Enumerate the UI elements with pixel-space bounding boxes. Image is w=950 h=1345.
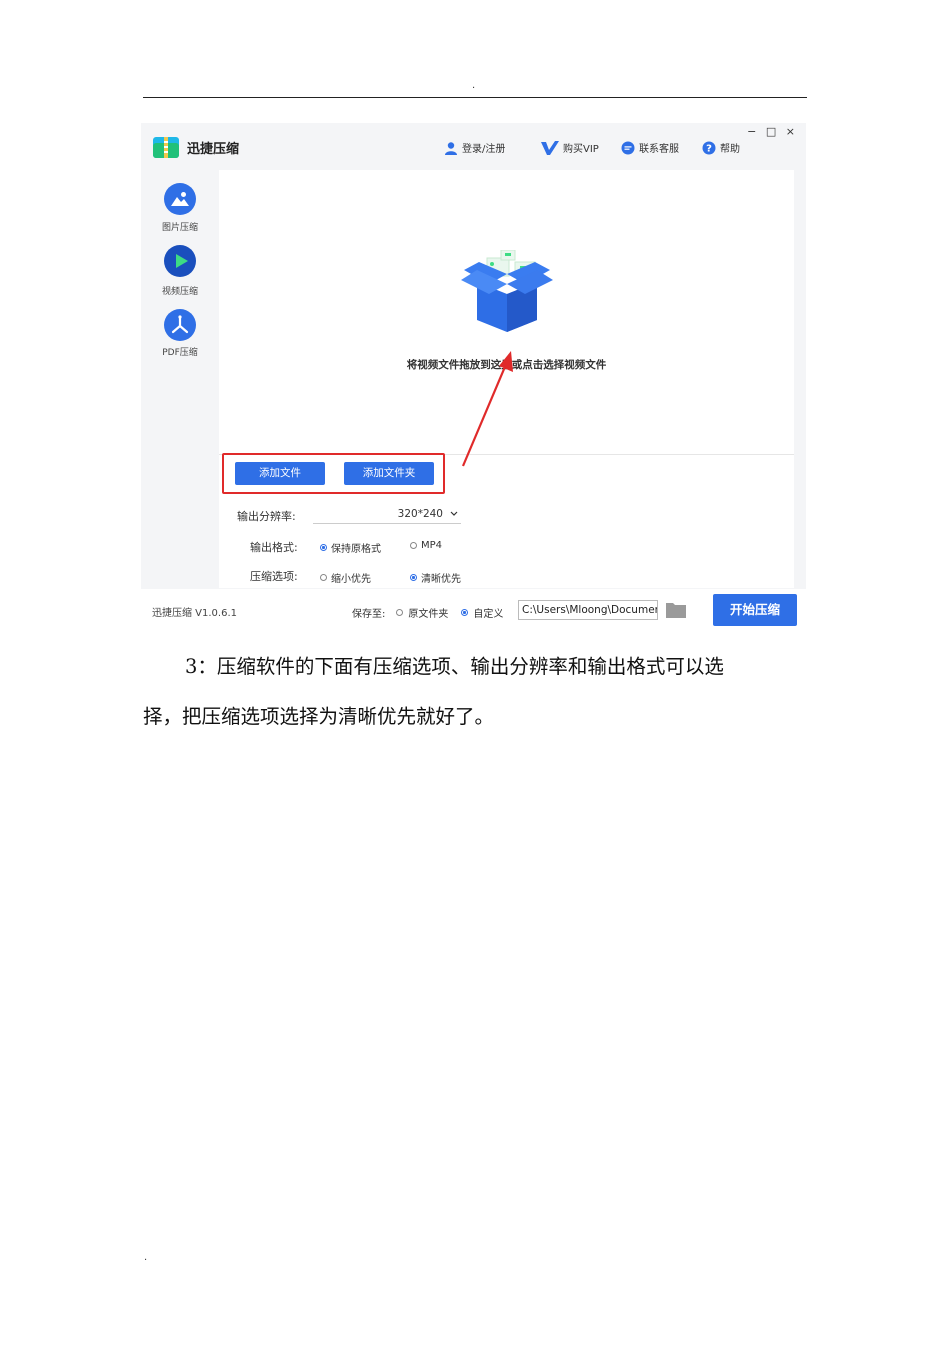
vip-icon <box>541 140 559 155</box>
sidebar-label-image: 图片压缩 <box>161 223 198 233</box>
app-logo-icon <box>153 137 179 158</box>
save-path-input[interactable]: C:\Users\Mloong\Documents <box>518 600 658 620</box>
header-rule <box>143 97 807 98</box>
sidebar-label-pdf: PDF压缩 <box>162 348 198 358</box>
box-icon <box>461 250 553 332</box>
vip-link[interactable]: 购买VIP <box>541 140 599 155</box>
image-icon <box>171 192 189 206</box>
service-link[interactable]: 联系客服 <box>621 140 679 155</box>
help-icon: ? <box>702 141 716 154</box>
user-icon <box>445 141 457 155</box>
login-link[interactable]: 登录/注册 <box>444 140 505 155</box>
folder-icon[interactable] <box>666 601 686 618</box>
compress-option-clear[interactable]: 清晰优先 <box>410 570 461 585</box>
compress-option-small[interactable]: 缩小优先 <box>320 570 371 585</box>
version-text: 迅捷压缩 V1.0.6.1 <box>152 608 238 619</box>
sidebar-label-video: 视频压缩 <box>161 287 198 297</box>
radio-small-first[interactable] <box>320 574 327 581</box>
format-option-mp4-label: MP4 <box>421 540 443 551</box>
compress-option-small-label: 缩小优先 <box>331 574 371 585</box>
login-label: 登录/注册 <box>462 144 506 155</box>
vip-label: 购买VIP <box>563 144 599 155</box>
pdf-icon <box>171 315 189 334</box>
format-option-keep[interactable]: 保持原格式 <box>320 540 381 555</box>
window-controls[interactable]: − □ × <box>747 125 798 138</box>
chat-icon <box>621 141 635 154</box>
sidebar-item-pdf[interactable] <box>164 309 196 341</box>
save-option-original: 原文件夹 <box>408 609 449 620</box>
sidebar-item-video[interactable] <box>164 245 196 277</box>
format-label: 输出格式: <box>250 541 298 554</box>
format-option-mp4[interactable]: MP4 <box>410 540 442 551</box>
save-to-group: 保存至: 原文件夹 自定义 <box>352 605 503 620</box>
chevron-down-icon <box>450 511 458 516</box>
help-link[interactable]: ? 帮助 <box>702 140 740 155</box>
start-compress-button[interactable]: 开始压缩 <box>713 594 797 626</box>
svg-text:?: ? <box>706 143 712 154</box>
radio-custom-folder[interactable] <box>461 609 469 616</box>
annotation-arrow-icon <box>461 351 513 467</box>
add-file-button[interactable]: 添加文件 <box>235 462 325 485</box>
add-folder-button[interactable]: 添加文件夹 <box>344 462 434 485</box>
radio-mp4[interactable] <box>410 542 417 549</box>
format-option-keep-label: 保持原格式 <box>331 544 381 555</box>
sidebar-item-image[interactable] <box>164 183 196 215</box>
app-screenshot: 迅捷压缩 登录/注册 购买VIP 联系客服 ? 帮助 − □ × 图片压缩 视频… <box>141 123 806 589</box>
body-line-1: 3：压缩软件的下面有压缩选项、输出分辨率和输出格式可以选 <box>185 655 724 678</box>
header-mark: . <box>472 80 476 91</box>
body-line-2: 择，把压缩选项选择为清晰优先就好了。 <box>143 705 495 728</box>
footer-mark: . <box>144 1252 148 1263</box>
resolution-label: 输出分辨率: <box>237 510 296 523</box>
resolution-select[interactable]: 320*240 <box>313 507 461 524</box>
compress-label: 压缩选项: <box>250 570 298 583</box>
play-icon <box>176 254 188 268</box>
save-to-label: 保存至: <box>352 609 386 620</box>
radio-keep-format[interactable] <box>320 544 327 551</box>
resolution-value: 320*240 <box>397 508 443 520</box>
compress-option-clear-label: 清晰优先 <box>421 574 461 585</box>
radio-original-folder[interactable] <box>396 609 404 616</box>
app-title: 迅捷压缩 <box>187 142 240 157</box>
save-option-custom: 自定义 <box>473 609 504 620</box>
radio-clear-first[interactable] <box>410 574 417 581</box>
service-label: 联系客服 <box>639 144 679 155</box>
help-label: 帮助 <box>720 144 740 155</box>
